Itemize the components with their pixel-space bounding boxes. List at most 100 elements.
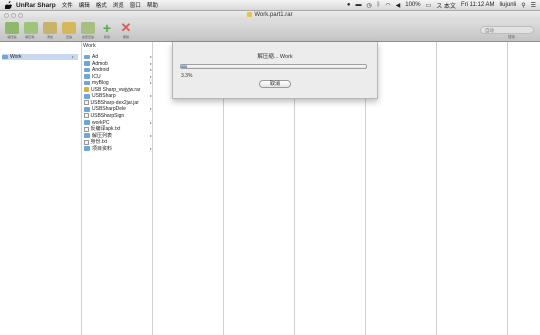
menu-window[interactable]: 窗口	[130, 1, 141, 9]
add-button[interactable]: 添加	[41, 22, 59, 40]
list-item[interactable]: USBSharpDele ▸	[84, 106, 152, 113]
battery-percent[interactable]: 100%	[405, 2, 420, 8]
bluetooth-icon[interactable]: ᛒ	[377, 2, 381, 8]
document-icon	[84, 126, 89, 132]
chevron-right-icon: ▸	[149, 119, 152, 125]
chevron-right-icon: ▸	[149, 80, 152, 86]
chevron-right-icon: ▸	[149, 67, 152, 73]
folder-icon	[84, 120, 90, 125]
document-icon	[84, 139, 89, 145]
encrypt-icon	[81, 22, 95, 34]
menu-file[interactable]: 文件	[62, 1, 73, 9]
list-item[interactable]: USBSharp-dex2jar.jar	[84, 100, 148, 106]
archive-file-icon	[84, 87, 89, 93]
list-item-label: Admob	[92, 60, 108, 67]
search-input[interactable]: 自动	[480, 26, 534, 34]
menu-edit[interactable]: 编辑	[79, 1, 90, 9]
column-divider[interactable]	[507, 42, 508, 335]
folder-icon	[2, 54, 8, 60]
cancel-button[interactable]: 取消	[259, 80, 291, 88]
folder-icon	[84, 74, 90, 79]
monitor-icon[interactable]: ▬	[356, 2, 362, 8]
time-machine-icon[interactable]: ◷	[367, 2, 372, 9]
list-item-label: ICU	[92, 73, 101, 80]
list-item[interactable]: workPC ▸	[84, 119, 152, 126]
app-menu[interactable]: UnRar Sharp	[16, 2, 56, 9]
battery-icon: ▭	[425, 2, 432, 9]
column-header: Work	[83, 43, 96, 49]
list-item-label: 解压列表	[92, 132, 113, 139]
menu-help[interactable]: 帮助	[147, 1, 158, 9]
list-item[interactable]: USBSharp ▸	[84, 93, 152, 100]
compress-icon	[62, 22, 76, 34]
folder-icon	[84, 146, 90, 151]
plus-icon: +	[102, 20, 112, 36]
user-name[interactable]: liujunli	[500, 2, 517, 8]
app-status-icon[interactable]: ●	[347, 2, 351, 8]
column-divider[interactable]	[152, 42, 153, 335]
folder-icon	[84, 94, 90, 99]
delete-button[interactable]: ✕ 删除	[117, 21, 135, 40]
spotlight-icon[interactable]: ⚲	[521, 2, 525, 9]
list-item[interactable]: 解压列表 ▸	[84, 132, 152, 139]
menu-bar: UnRar Sharp 文件 编辑 格式 浏览 窗口 帮助 ● ▬ ◷ ᛒ ◠ …	[0, 0, 540, 11]
clock[interactable]: Fri 11:12 AM	[461, 2, 495, 8]
input-method[interactable]: ス 本文	[436, 1, 456, 10]
chevron-right-icon: ▸	[149, 106, 152, 112]
list-item[interactable]: Admob ▸	[84, 60, 152, 67]
extract-to-icon	[24, 22, 38, 34]
encrypt-compress-button[interactable]: 加密压缩	[79, 22, 97, 40]
wifi-icon[interactable]: ◠	[385, 2, 390, 9]
volume-icon[interactable]: ◀	[396, 2, 401, 9]
menu-format[interactable]: 格式	[96, 1, 107, 9]
chevron-right-icon: ▸	[149, 73, 152, 79]
extract-to-button[interactable]: 解压到...	[22, 22, 40, 40]
column-divider[interactable]	[81, 42, 82, 335]
list-item-label: 身份.txt	[90, 139, 108, 146]
rar-file-icon	[247, 12, 253, 17]
add-archive-icon	[43, 22, 57, 34]
apple-icon[interactable]	[4, 1, 12, 9]
list-item-label: Android	[92, 67, 110, 74]
chevron-right-icon: ▸	[149, 60, 152, 66]
list-item[interactable]: myBlog ▸	[84, 80, 152, 86]
list-item[interactable]: USB Sharp_vwjyjw.rar	[84, 87, 148, 93]
chevron-right-icon: ▸	[149, 93, 152, 99]
notification-center-icon[interactable]: ☰	[531, 2, 536, 9]
list-item-label: USBSharp-dex2jar.jar	[90, 99, 139, 106]
folder-icon	[84, 67, 90, 73]
list-item-label: USBSharpDele	[92, 106, 126, 113]
list-item-label: USBSharpSign	[90, 112, 125, 119]
chevron-right-icon: ▸	[71, 54, 74, 59]
progress-bar	[180, 64, 367, 69]
new-button[interactable]: + 新建	[98, 20, 116, 40]
list-item[interactable]: ICU ▸	[84, 73, 152, 80]
list-item[interactable]: Ad ▸	[84, 54, 152, 60]
document-icon	[84, 113, 89, 119]
list-item-label: workPC	[92, 119, 110, 126]
toolbar: 解压缩 解压到... 添加 压缩 加密压缩 + 新建 ✕ 删除 自动 搜索	[0, 20, 540, 42]
compress-button[interactable]: 压缩	[60, 22, 78, 40]
progress-percent: 3.3%	[181, 73, 193, 79]
list-item[interactable]: USBSharpSign	[84, 113, 148, 119]
list-item[interactable]: Work ▸	[2, 54, 78, 60]
progress-bar-fill	[181, 65, 188, 68]
extract-button[interactable]: 解压缩	[3, 22, 21, 40]
chevron-right-icon: ▸	[149, 54, 152, 59]
list-item[interactable]: Android ▸	[84, 67, 152, 74]
column-divider[interactable]	[436, 42, 437, 335]
window-title-bar: Work.part1.rar	[0, 11, 540, 20]
window-title: Work.part1.rar	[0, 12, 540, 18]
chevron-right-icon: ▸	[149, 132, 152, 138]
list-item[interactable]: 项目资料 ▸	[84, 146, 152, 152]
document-icon	[84, 100, 89, 106]
progress-title: 解压缩... Work	[257, 54, 293, 60]
extract-progress-dialog: 解压缩... Work 3.3% 取消	[172, 42, 378, 99]
search-label: 搜索	[508, 35, 515, 39]
list-item[interactable]: 身份.txt	[84, 139, 148, 145]
extract-icon	[5, 22, 19, 34]
list-item[interactable]: 反编译apk.txt	[84, 126, 148, 132]
menu-view[interactable]: 浏览	[113, 1, 124, 9]
folder-icon	[84, 80, 90, 86]
list-item-label: USBSharp	[92, 93, 116, 100]
